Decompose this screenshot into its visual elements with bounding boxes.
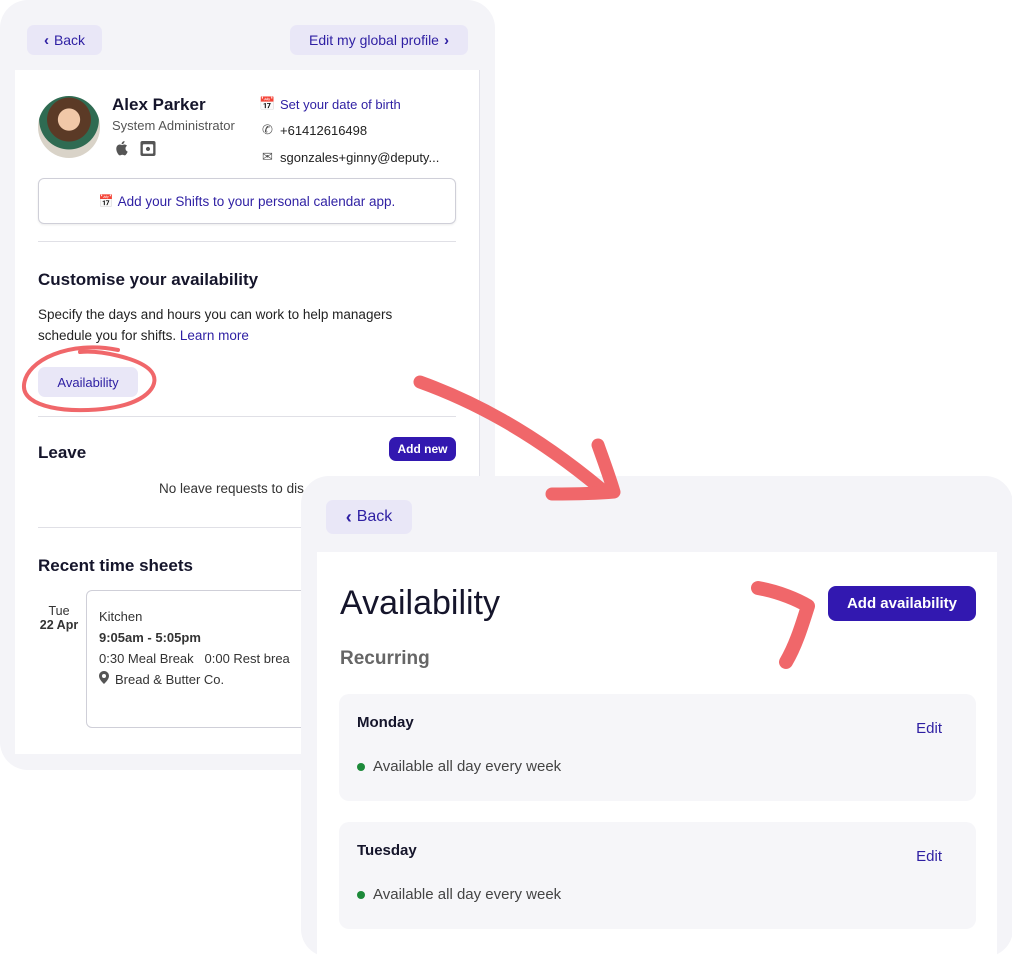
day-name: Tuesday xyxy=(357,842,417,859)
availability-back-button[interactable]: ‹ Back xyxy=(326,500,412,534)
device-icons xyxy=(114,140,156,156)
recurring-heading: Recurring xyxy=(340,648,430,669)
user-role: System Administrator xyxy=(112,118,235,133)
timesheet-card[interactable]: Kitchen 9:05am - 5:05pm 0:30 Meal Break … xyxy=(86,590,326,728)
phone-number: +61412616498 xyxy=(280,122,368,138)
dob-link[interactable]: Set your date of birth xyxy=(280,97,401,112)
edit-link[interactable]: Edit xyxy=(916,848,942,865)
chevron-right-icon: › xyxy=(443,31,449,49)
envelope-icon: ✉ xyxy=(262,149,273,164)
timesheet-area: Kitchen xyxy=(99,609,143,624)
android-kiosk-icon xyxy=(140,140,156,156)
edit-global-profile-button[interactable]: Edit my global profile › xyxy=(290,25,468,55)
availability-section-title: Customise your availability xyxy=(38,270,259,289)
timesheet-breaks: 0:30 Meal Break 0:00 Rest brea xyxy=(99,651,290,666)
available-dot-icon xyxy=(357,890,365,899)
dob-row[interactable]: 📅 Set your date of birth xyxy=(259,96,401,112)
user-name: Alex Parker xyxy=(112,95,206,114)
divider xyxy=(38,416,456,417)
leave-empty-text: No leave requests to dis xyxy=(159,481,304,496)
timesheet-hours: 9:05am - 5:05pm xyxy=(99,630,201,645)
avatar xyxy=(38,96,100,158)
learn-more-link[interactable]: Learn more xyxy=(180,328,249,343)
availability-button[interactable]: Availability xyxy=(38,367,138,397)
availability-description: Specify the days and hours you can work … xyxy=(38,307,393,343)
leave-section-title: Leave xyxy=(38,443,87,462)
availability-status: Available all day every week xyxy=(357,886,561,903)
add-leave-button[interactable]: Add new xyxy=(389,437,456,461)
chevron-left-icon: ‹ xyxy=(345,506,352,527)
back-button[interactable]: ‹ Back xyxy=(27,25,102,55)
day-card-monday: Monday Edit Available all day every week xyxy=(339,694,976,801)
day-card-tuesday: Tuesday Edit Available all day every wee… xyxy=(339,822,976,929)
timesheet-location: Bread & Butter Co. xyxy=(99,669,313,690)
available-dot-icon xyxy=(357,762,365,771)
timesheets-section-title: Recent time sheets xyxy=(38,556,193,575)
phone-row: ✆ +61412616498 xyxy=(261,122,367,138)
email-row: ✉ sgonzales+ginny@deputy... xyxy=(261,149,439,165)
calendar-icon: 📅 xyxy=(259,96,276,111)
availability-status: Available all day every week xyxy=(357,758,561,775)
map-pin-icon xyxy=(99,669,109,690)
apple-icon xyxy=(114,140,130,156)
page-title: Availability xyxy=(340,584,501,622)
chevron-left-icon: ‹ xyxy=(43,31,49,49)
phone-icon: ✆ xyxy=(262,122,273,137)
add-availability-button[interactable]: Add availability xyxy=(828,586,976,621)
divider xyxy=(38,241,456,242)
timesheet-date: Tue 22 Apr xyxy=(39,604,79,632)
add-shifts-calendar-button[interactable]: 📅 Add your Shifts to your personal calen… xyxy=(38,178,456,224)
calendar-icon: 📅 xyxy=(98,194,114,208)
edit-link[interactable]: Edit xyxy=(916,720,942,737)
day-name: Monday xyxy=(357,714,414,731)
email-address: sgonzales+ginny@deputy... xyxy=(280,149,440,165)
